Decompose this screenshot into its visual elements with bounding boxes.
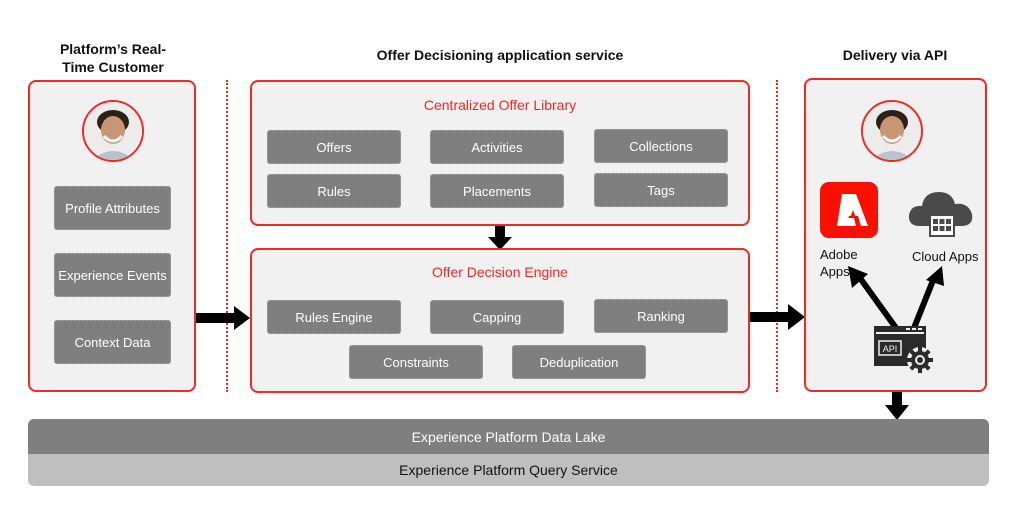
cloud-apps-icon: [908, 192, 973, 237]
chip-experience-events: Experience Events: [54, 253, 171, 297]
profile-panel: Profile Attributes Experience Events Con…: [28, 80, 196, 392]
chip-capping: Capping: [430, 300, 564, 334]
chip-deduplication: Deduplication: [512, 345, 646, 379]
chip-context-data: Context Data: [54, 320, 171, 364]
delivery-heading: Delivery via API: [842, 47, 948, 63]
arrow-down-icon: [885, 392, 909, 420]
chip-rules: Rules: [267, 174, 401, 208]
offer-decisioning-heading: Offer Decisioning application service: [376, 47, 624, 63]
arrow-down-icon: [488, 226, 512, 250]
person-icon: [863, 102, 921, 160]
api-icon-text: API: [883, 344, 898, 354]
api-gear-icon: API: [874, 326, 933, 373]
divider-right: [776, 80, 778, 392]
chip-rules-engine: Rules Engine: [267, 300, 401, 334]
cloud-apps-label: Cloud Apps: [912, 249, 979, 264]
chip-tags: Tags: [594, 173, 728, 207]
customer-avatar: [82, 100, 144, 162]
offer-library-panel: Centralized Offer Library Offers Activit…: [250, 80, 750, 226]
person-icon: [84, 102, 142, 160]
data-lake-bar: Experience Platform Data Lake: [28, 419, 989, 454]
decision-engine-panel: Offer Decision Engine Rules Engine Cappi…: [250, 248, 750, 393]
chip-offers: Offers: [267, 130, 401, 164]
adobe-logo-icon: [820, 182, 878, 238]
decision-engine-title: Offer Decision Engine: [432, 264, 568, 280]
delivery-panel: Adobe Apps Cloud Apps API: [804, 78, 987, 392]
offer-library-title: Centralized Offer Library: [423, 97, 577, 113]
chip-ranking: Ranking: [594, 299, 728, 333]
divider-left: [226, 80, 228, 392]
query-service-bar: Experience Platform Query Service: [28, 454, 989, 486]
chip-collections: Collections: [594, 129, 728, 163]
chip-constraints: Constraints: [349, 345, 483, 379]
chip-activities: Activities: [430, 130, 564, 164]
arrow-right-icon: [750, 304, 805, 330]
chip-profile-attributes: Profile Attributes: [54, 186, 171, 230]
customer-avatar: [861, 100, 923, 162]
arrow-right-icon: [196, 306, 250, 330]
chip-placements: Placements: [430, 174, 564, 208]
